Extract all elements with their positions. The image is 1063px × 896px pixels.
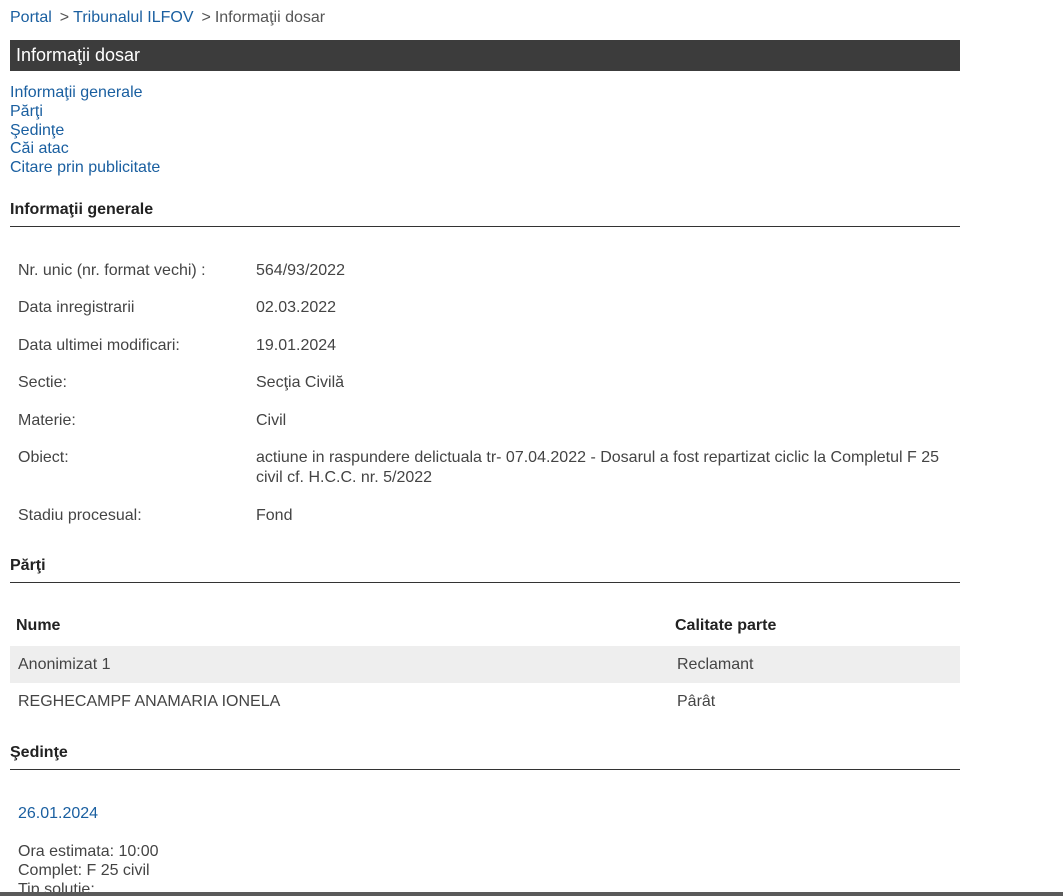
table-row: Anonimizat 1 Reclamant bbox=[10, 646, 960, 683]
info-value: actiune in raspundere delictuala tr- 07.… bbox=[256, 449, 940, 486]
breadcrumb: Portal > Tribunalul ILFOV > Informaţii dosar bbox=[10, 8, 325, 28]
breadcrumb-current: Informaţii dosar bbox=[214, 9, 326, 26]
section-heading-parties: Părţi bbox=[10, 556, 960, 583]
table-row: REGHECAMPF ANAMARIA IONELA Pârât bbox=[10, 683, 960, 720]
hearing-panel: Complet: F 25 civil bbox=[18, 862, 150, 879]
anchor-link-general-info[interactable]: Informaţii generale bbox=[10, 84, 143, 101]
info-value: Civil bbox=[256, 412, 287, 429]
breadcrumb-separator: > bbox=[59, 9, 70, 26]
info-label: Materie: bbox=[18, 412, 76, 429]
info-row-case-number: Nr. unic (nr. format vechi) : 564/93/202… bbox=[18, 261, 958, 281]
general-info-table: Nr. unic (nr. format vechi) : 564/93/202… bbox=[18, 260, 958, 526]
info-label: Obiect: bbox=[18, 449, 69, 466]
info-value: Fond bbox=[256, 507, 293, 524]
hearing-estimated-time: Ora estimata: 10:00 bbox=[18, 843, 159, 860]
anchor-link-hearings[interactable]: Şedinţe bbox=[10, 122, 64, 139]
hearing-date[interactable]: 26.01.2024 bbox=[18, 804, 159, 824]
party-name: REGHECAMPF ANAMARIA IONELA bbox=[18, 693, 281, 710]
info-row-subject-matter: Materie: Civil bbox=[18, 411, 958, 431]
breadcrumb-tribunal-link[interactable]: Tribunalul ILFOV bbox=[73, 9, 193, 26]
breadcrumb-portal-link[interactable]: Portal bbox=[10, 9, 52, 26]
party-role: Pârât bbox=[677, 693, 716, 710]
info-row-object: Obiect: actiune in raspundere delictuala… bbox=[18, 448, 958, 488]
info-row-procedural-stage: Stadiu procesual: Fond bbox=[18, 506, 958, 526]
info-label: Data inregistrarii bbox=[18, 299, 135, 316]
party-role: Reclamant bbox=[677, 656, 754, 673]
info-row-last-modified: Data ultimei modificari: 19.01.2024 bbox=[18, 336, 958, 356]
section-heading-hearings: Şedinţe bbox=[10, 743, 960, 770]
breadcrumb-separator: > bbox=[201, 9, 211, 26]
page-title: Informaţii dosar bbox=[16, 45, 141, 65]
info-row-registration-date: Data inregistrarii 02.03.2022 bbox=[18, 298, 958, 318]
horizontal-scrollbar[interactable] bbox=[0, 892, 1063, 896]
section-heading-general-info: Informaţii generale bbox=[10, 200, 960, 227]
anchor-link-public-summons[interactable]: Citare prin publicitate bbox=[10, 159, 160, 176]
info-value: 564/93/2022 bbox=[256, 262, 345, 279]
hearing-entry: 26.01.2024 Ora estimata: 10:00 Complet: … bbox=[18, 804, 159, 896]
info-value: Secţia Civilă bbox=[256, 374, 345, 391]
section-anchor-nav: Informaţii generale Părţi Şedinţe Căi at… bbox=[10, 84, 160, 178]
column-header-role: Calitate parte bbox=[675, 617, 777, 634]
anchor-link-appeals[interactable]: Căi atac bbox=[10, 140, 69, 157]
page: Portal > Tribunalul ILFOV > Informaţii dosar… bbox=[0, 0, 1063, 896]
info-label: Sectie: bbox=[18, 374, 67, 391]
info-label: Stadiu procesual: bbox=[18, 507, 142, 524]
column-header-name: Nume bbox=[16, 617, 61, 634]
info-row-section: Sectie: Secţia Civilă bbox=[18, 373, 958, 393]
anchor-link-parties[interactable]: Părţi bbox=[10, 103, 43, 120]
info-value: 19.01.2024 bbox=[256, 337, 337, 354]
party-name: Anonimizat 1 bbox=[18, 656, 111, 673]
info-label: Nr. unic (nr. format vechi) : bbox=[18, 262, 206, 279]
info-value: 02.03.2022 bbox=[256, 299, 337, 316]
info-label: Data ultimei modificari: bbox=[18, 337, 180, 354]
parties-table: Nume Calitate parte Anonimizat 1 Reclama… bbox=[10, 612, 960, 720]
page-title-bar: Informaţii dosar bbox=[10, 40, 960, 71]
parties-table-header: Nume Calitate parte bbox=[10, 612, 960, 640]
